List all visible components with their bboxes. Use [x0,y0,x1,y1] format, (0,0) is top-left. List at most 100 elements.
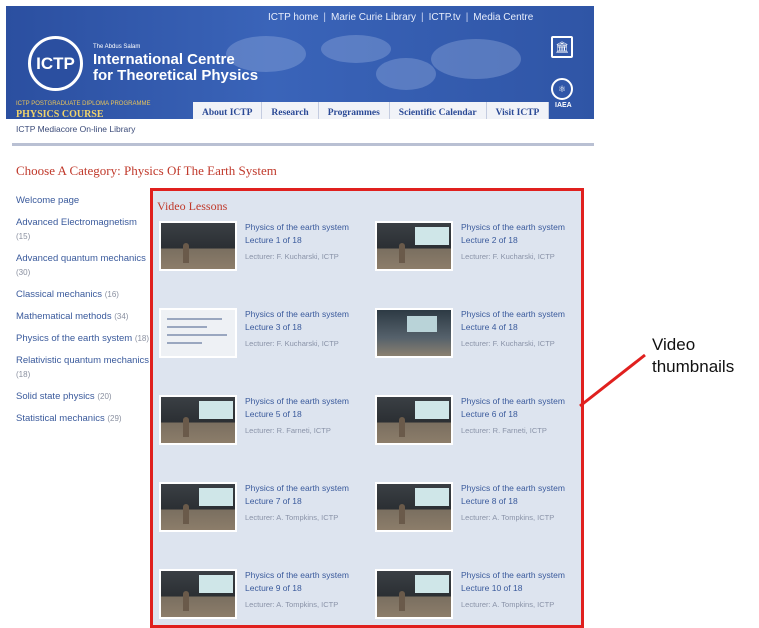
video-thumbnail[interactable] [159,221,237,271]
annotation-line2: thumbnails [652,357,735,376]
video-lecturer: Lecturer: R. Farneti, ICTP [461,426,547,435]
video-lecture[interactable]: Lecture 7 of 18 [245,495,302,507]
video-title[interactable]: Physics of the earth system [245,395,349,407]
video-title[interactable]: Physics of the earth system [461,308,565,320]
ictp-logo[interactable]: ICTP [28,36,83,91]
sidebar-item-physics-earth-system[interactable]: Physics of the earth system (18) [16,332,151,346]
video-lecturer: Lecturer: A. Tompkins, ICTP [245,600,339,609]
video-lecturer: Lecturer: A. Tompkins, ICTP [461,513,555,522]
video-thumbnail[interactable] [375,308,453,358]
sidebar-item-welcome[interactable]: Welcome page [16,194,151,208]
video-title[interactable]: Physics of the earth system [245,221,349,233]
annotation-line1: Video [652,335,696,354]
video-item[interactable]: Physics of the earth system Lecture 10 o… [375,569,585,628]
video-title[interactable]: Physics of the earth system [245,569,349,581]
video-thumbnail[interactable] [159,569,237,619]
sidebar-item-classical-mechanics[interactable]: Classical mechanics (16) [16,288,151,302]
sidebar-item-solid-state-physics[interactable]: Solid state physics (20) [16,390,151,404]
video-title[interactable]: Physics of the earth system [461,569,565,581]
video-title[interactable]: Physics of the earth system [461,482,565,494]
annotation-label: Video thumbnails [652,334,734,378]
org-name-line2: for Theoretical Physics [93,67,259,84]
sidebar-item-count: (30) [16,268,31,277]
sidebar-item-label: Advanced Electromagnetism [16,217,137,228]
video-lecture[interactable]: Lecture 5 of 18 [245,408,302,420]
sidebar-item-mathematical-methods[interactable]: Mathematical methods (34) [16,310,151,324]
video-item[interactable]: Physics of the earth system Lecture 8 of… [375,482,585,552]
video-lessons-title: Video Lessons [157,199,228,213]
org-name: International Centre for Theoretical Phy… [93,52,258,84]
page: ICTP home | Marie Curie Library | ICTP.tv | Me… [6,0,594,628]
video-item[interactable]: Physics of the earth system Lecture 5 of… [159,395,369,465]
nav-research[interactable]: Research [262,102,319,119]
sidebar-item-count: (18) [134,334,150,343]
top-link-ictp-home[interactable]: ICTP home [268,12,318,23]
video-lecture[interactable]: Lecture 1 of 18 [245,234,302,246]
video-item[interactable]: Physics of the earth system Lecture 7 of… [159,482,369,552]
sidebar-item-label: Classical mechanics [16,289,103,300]
top-links: ICTP home | Marie Curie Library | ICTP.tv | Me… [268,12,534,23]
video-lecturer: Lecturer: F. Kucharski, ICTP [245,252,339,261]
video-thumbnail[interactable] [375,221,453,271]
video-thumbnail[interactable] [159,308,237,358]
sidebar-item-count: (16) [104,290,119,299]
top-link-media-centre[interactable]: Media Centre [473,12,533,23]
iaea-icon: ⚛ [551,78,573,100]
video-lecturer: Lecturer: F. Kucharski, ICTP [461,252,555,261]
video-lecturer: Lecturer: A. Tompkins, ICTP [245,513,339,522]
top-link-ictptv[interactable]: ICTP.tv [429,12,461,23]
sidebar-item-count: (34) [114,312,129,321]
top-link-library[interactable]: Marie Curie Library [331,12,416,23]
video-lecture[interactable]: Lecture 3 of 18 [245,321,302,333]
sidebar-item-count: (20) [97,392,112,401]
video-thumbnail[interactable] [375,482,453,532]
video-title[interactable]: Physics of the earth system [461,221,565,233]
sidebar-item-label: Statistical mechanics [16,413,105,424]
video-lecture[interactable]: Lecture 4 of 18 [461,321,518,333]
video-item[interactable]: Physics of the earth system Lecture 6 of… [375,395,585,465]
sidebar-item-count: (29) [107,414,122,423]
video-title[interactable]: Physics of the earth system [461,395,565,407]
video-item[interactable]: Physics of the earth system Lecture 4 of… [375,308,585,378]
divider [12,143,594,146]
video-title[interactable]: Physics of the earth system [245,308,349,320]
course-name: PHYSICS COURSE [16,109,104,119]
sidebar-item-statistical-mechanics[interactable]: Statistical mechanics (29) [16,412,151,426]
video-thumbnail[interactable] [375,569,453,619]
nav-scientific-calendar[interactable]: Scientific Calendar [390,102,487,119]
video-item[interactable]: Physics of the earth system Lecture 9 of… [159,569,369,628]
sidebar-item-count: (15) [16,232,31,241]
sidebar-item-label: Advanced quantum mechanics [16,253,146,264]
video-thumbnail[interactable] [159,395,237,445]
video-item[interactable]: Physics of the earth system Lecture 3 of… [159,308,369,378]
video-item[interactable]: Physics of the earth system Lecture 2 of… [375,221,585,291]
nav-about-ictp[interactable]: About ICTP [193,102,263,119]
sidebar-item-label: Relativistic quantum mechanics [16,355,150,366]
main-nav: About ICTP Research Programmes Scientifi… [193,102,550,119]
video-lecturer: Lecturer: R. Farneti, ICTP [245,426,331,435]
sidebar-item-count: (18) [16,370,31,379]
video-lecture[interactable]: Lecture 6 of 18 [461,408,518,420]
video-lecturer: Lecturer: A. Tompkins, ICTP [461,600,555,609]
nav-programmes[interactable]: Programmes [319,102,390,119]
video-item[interactable]: Physics of the earth system Lecture 1 of… [159,221,369,291]
breadcrumb[interactable]: ICTP Mediacore On-line Library [16,124,135,134]
video-lecture[interactable]: Lecture 10 of 18 [461,582,522,594]
sidebar-item-label: Solid state physics [16,391,95,402]
sidebar-item-advanced-quantum-mechanics[interactable]: Advanced quantum mechanics (30) [16,252,151,280]
video-lecture[interactable]: Lecture 2 of 18 [461,234,518,246]
video-title[interactable]: Physics of the earth system [245,482,349,494]
unesco-icon: 🏛 [551,36,573,58]
video-thumbnail[interactable] [375,395,453,445]
video-thumbnail[interactable] [159,482,237,532]
iaea-label: IAEA [555,102,572,109]
video-lecture[interactable]: Lecture 8 of 18 [461,495,518,507]
sidebar-item-relativistic-quantum-mechanics[interactable]: Relativistic quantum mechanics (18) [16,354,151,382]
category-sidebar: Welcome page Advanced Electromagnetism (… [16,194,151,434]
video-lessons-panel: Video Lessons Physics of the earth syste… [150,188,584,628]
video-lecture[interactable]: Lecture 9 of 18 [245,582,302,594]
org-small-text: The Abdus Salam [93,44,141,50]
sidebar-item-advanced-electromagnetism[interactable]: Advanced Electromagnetism (15) [16,216,151,244]
sidebar-item-label: Physics of the earth system [16,333,133,344]
nav-visit-ictp[interactable]: Visit ICTP [487,102,550,119]
